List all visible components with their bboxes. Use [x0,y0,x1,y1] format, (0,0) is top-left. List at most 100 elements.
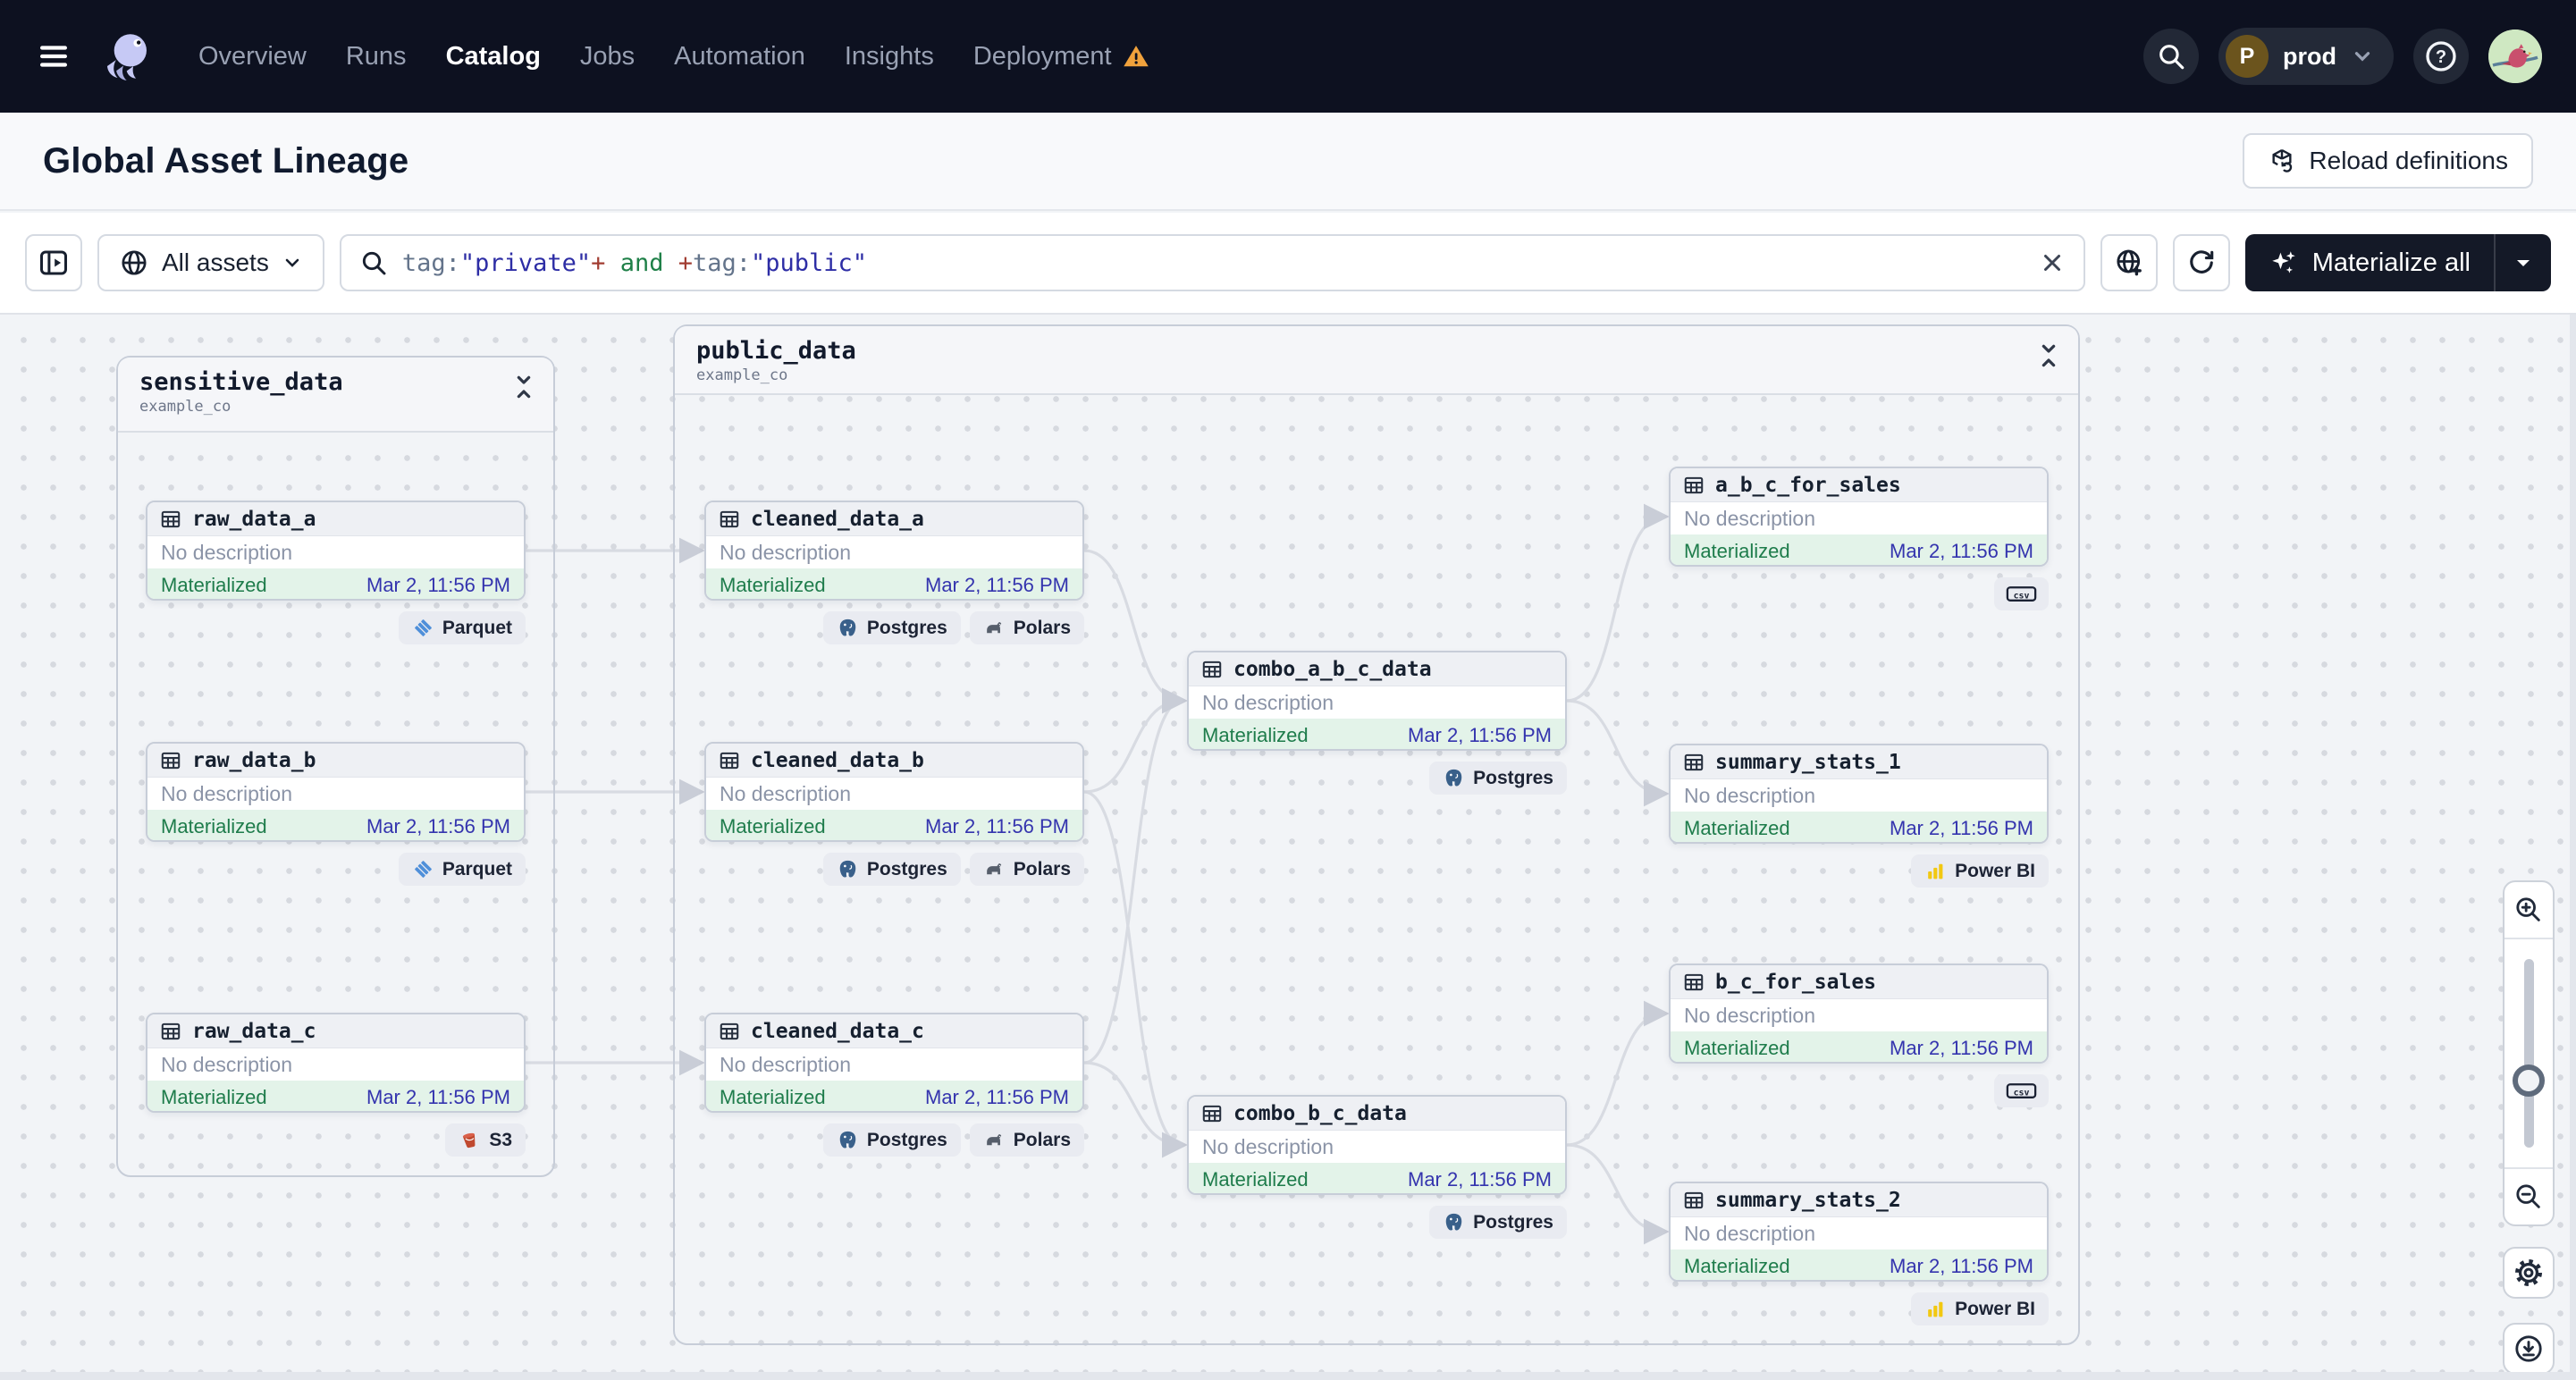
asset-node-summary_stats_2[interactable]: summary_stats_2 No description Materialize… [1669,1182,2049,1282]
table-icon [1682,971,1705,994]
save-catalog-view-button[interactable] [2100,234,2158,291]
panel-toggle-icon [38,247,70,279]
user-avatar[interactable] [2488,29,2542,83]
asset-node-combo_b_c_data[interactable]: combo_b_c_data No description Materialized… [1187,1095,1567,1195]
materialization-timestamp[interactable]: Mar 2, 11:56 PM [1890,1037,2033,1060]
group-header[interactable]: public_data example_co [675,326,2078,395]
kind-badge-label: Parquet [442,858,512,879]
materialization-timestamp[interactable]: Mar 2, 11:56 PM [1890,540,2033,563]
asset-node-b_c_for_sales[interactable]: b_c_for_sales No description Materialized M… [1669,963,2049,1064]
nav-item-insights[interactable]: Insights [845,42,934,72]
asset-filter-query[interactable]: tag:"private"+ and +tag:"public" [402,249,2025,277]
zoom-out-button[interactable] [2504,1169,2553,1224]
kind-badge-parquet: Parquet [398,611,526,644]
asset-status-row: Materialized Mar 2, 11:56 PM [147,568,524,599]
materialization-timestamp[interactable]: Mar 2, 11:56 PM [366,1086,510,1109]
reload-code-icon [2268,147,2296,175]
globe-icon [119,248,149,278]
kind-badge-label: Postgres [866,858,947,879]
lineage-toolbar: All assets tag:"private"+ and +tag:"publ… [0,213,2576,315]
materialization-timestamp[interactable]: Mar 2, 11:56 PM [925,574,1069,597]
top-nav: Overview Runs Catalog Jobs Automation Insight… [0,0,2576,113]
asset-node-summary_stats_1[interactable]: summary_stats_1 No description Materialize… [1669,744,2049,844]
kind-badge-label: Polars [1013,1129,1071,1150]
kind-badge-label: Polars [1013,617,1071,638]
kind-badge-csv: csv [1994,577,2049,610]
status-badge: Materialized [1202,1167,1309,1191]
asset-node-a_b_c_for_sales[interactable]: a_b_c_for_sales No description Materialize… [1669,467,2049,567]
asset-node-combo_a_b_c_data[interactable]: combo_a_b_c_data No description Materializ… [1187,651,1567,751]
page-title: Global Asset Lineage [43,140,409,181]
asset-node-cleaned_data_b[interactable]: cleaned_data_b No description Materialized… [704,742,1084,842]
materialization-timestamp[interactable]: Mar 2, 11:56 PM [1408,724,1552,747]
nav-item-label: Jobs [579,41,636,71]
kind-badge-polars: Polars [969,853,1084,886]
download-icon [2513,1333,2545,1365]
postgres-icon [837,858,859,880]
collapse-group-button[interactable] [509,372,539,402]
nav-item-catalog[interactable]: Catalog [446,42,541,72]
asset-scope-dropdown[interactable]: All assets [97,234,324,291]
nav-item-jobs[interactable]: Jobs [580,42,635,72]
zoom-slider[interactable] [2504,938,2553,1169]
nav-item-runs[interactable]: Runs [346,42,407,72]
kind-badge-power-bi: Power BI [1911,854,2049,888]
help-button[interactable]: ? [2413,29,2469,84]
materialization-timestamp[interactable]: Mar 2, 11:56 PM [925,815,1069,838]
search-icon [2156,41,2186,72]
chevron-down-icon [2351,45,2374,68]
hamburger-menu-icon[interactable] [34,38,73,74]
zoom-widget [2503,880,2555,1226]
asset-status-row: Materialized Mar 2, 11:56 PM [1671,812,2047,842]
postgres-icon [837,617,859,639]
download-image-button[interactable] [2503,1323,2555,1375]
nav-item-label: Insights [844,41,934,71]
asset-node-raw_data_b[interactable]: raw_data_b No description Materialized Mar … [146,742,526,842]
global-search-button[interactable] [2143,29,2199,84]
reload-definitions-button[interactable]: Reload definitions [2243,133,2533,189]
asset-filter-input[interactable]: tag:"private"+ and +tag:"public" [339,234,2085,291]
status-badge: Materialized [720,1085,826,1108]
svg-text:csv: csv [2014,1088,2030,1098]
status-badge: Materialized [1202,723,1309,746]
asset-description: No description [161,781,293,805]
materialization-timestamp[interactable]: Mar 2, 11:56 PM [366,574,510,597]
kind-badge-csv: csv [1994,1074,2049,1107]
nav-item-overview[interactable]: Overview [198,42,307,72]
deployment-switcher[interactable]: P prod [2218,28,2394,85]
refresh-button[interactable] [2172,234,2230,291]
asset-status-row: Materialized Mar 2, 11:56 PM [1671,1031,2047,1062]
asset-name: raw_data_a [192,507,316,531]
search-token: + [591,248,606,277]
csv-icon: csv [2003,1080,2040,1102]
asset-node-cleaned_data_c[interactable]: cleaned_data_c No description Materialized… [704,1013,1084,1113]
zoom-slider-handle[interactable] [2513,1064,2545,1097]
group-header[interactable]: sensitive_data example_co [118,358,553,433]
materialization-timestamp[interactable]: Mar 2, 11:56 PM [1408,1168,1552,1191]
materialization-timestamp[interactable]: Mar 2, 11:56 PM [925,1086,1069,1109]
dagster-logo[interactable] [100,27,159,86]
materialize-all-button[interactable]: Materialize all [2245,234,2494,291]
asset-node-cleaned_data_a[interactable]: cleaned_data_a No description Materialized… [704,501,1084,601]
kind-badge-label: Postgres [866,1129,947,1150]
asset-node-raw_data_a[interactable]: raw_data_a No description Materialized Mar … [146,501,526,601]
materialization-timestamp[interactable]: Mar 2, 11:56 PM [1890,1255,2033,1278]
powerbi-icon [1924,1298,1947,1320]
asset-node-header: combo_a_b_c_data [1189,652,1565,686]
lineage-canvas[interactable]: sensitive_data example_co public_data examp… [0,315,2576,1380]
collapse-group-button[interactable] [2033,341,2064,371]
materialize-options-button[interactable] [2496,234,2551,291]
horizontal-scrollbar[interactable] [0,1372,2576,1380]
nav-item-deployment[interactable]: Deployment [973,42,1149,72]
nav-item-label: Automation [674,41,805,71]
graph-settings-button[interactable] [2503,1247,2555,1299]
materialization-timestamp[interactable]: Mar 2, 11:56 PM [1890,817,2033,840]
open-asset-panel-button[interactable] [25,234,82,291]
materialization-timestamp[interactable]: Mar 2, 11:56 PM [366,815,510,838]
vertical-scrollbar[interactable] [2570,315,2576,1380]
clear-filter-icon[interactable] [2039,249,2066,276]
table-icon [1682,1189,1705,1212]
zoom-in-button[interactable] [2504,882,2553,938]
asset-node-raw_data_c[interactable]: raw_data_c No description Materialized Mar … [146,1013,526,1113]
nav-item-automation[interactable]: Automation [674,42,805,72]
